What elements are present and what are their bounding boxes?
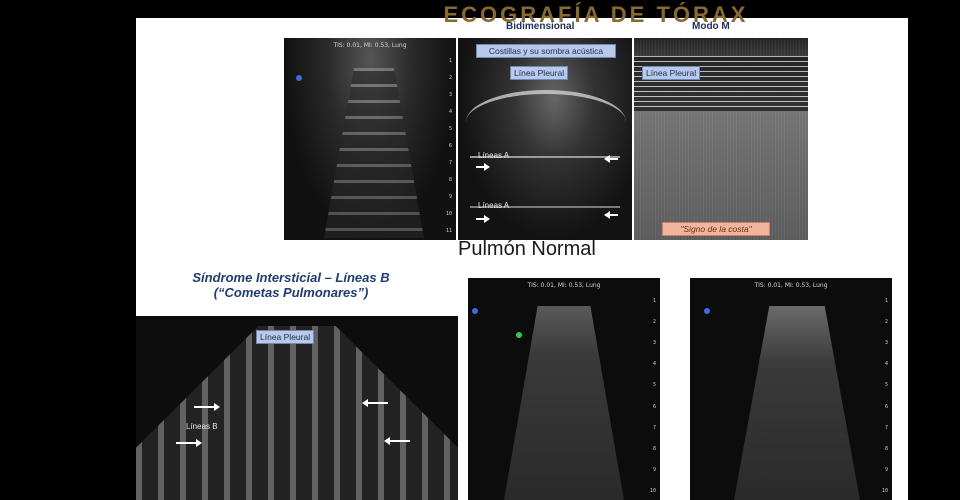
- arrow-left-icon: [362, 399, 388, 407]
- arrow-right-icon: [194, 403, 220, 411]
- m-mode-lines: [634, 56, 808, 111]
- arrow-right-icon: [476, 163, 490, 171]
- us-panel-normal-3: TIS: 0.01, MI: 0.53, Lung 123 456 789 10: [690, 278, 892, 500]
- caption-pulmon-normal: Pulmón Normal: [458, 238, 596, 260]
- sindrome-title: Síndrome Intersticial – Líneas B (“Comet…: [156, 270, 426, 300]
- signo-costa-label: "Signo de la costa": [662, 222, 770, 236]
- us-panel-normal-2: TIS: 0.01, MI: 0.53, Lung 123 456 789 10: [468, 278, 660, 500]
- lineas-a-label-1: Líneas A: [478, 151, 510, 160]
- green-marker-icon: [516, 332, 522, 338]
- depth-scale: 123 456 789 10 11: [445, 58, 452, 234]
- arrow-right-icon: [476, 215, 490, 223]
- lung-fan: [734, 306, 860, 500]
- lineas-b-label: Líneas B: [186, 422, 218, 431]
- linea-pleural-mmode-label: Línea Pleural: [642, 66, 701, 80]
- scan-header: TIS: 0.01, MI: 0.53, Lung: [754, 282, 828, 289]
- depth-scale: 123 456 789 10: [649, 298, 656, 494]
- slide-top-title: ECOGRAFÍA DE TÓRAX: [443, 2, 749, 24]
- costillas-label: Costillas y su sombra acústica: [476, 44, 616, 58]
- lung-fan: [324, 68, 424, 238]
- bidimensional-header: Bidimensional: [506, 21, 575, 32]
- depth-scale: 123 456 789 10: [881, 298, 888, 494]
- b-lines-fan: [136, 326, 458, 500]
- arrow-left-icon: [384, 437, 410, 445]
- arrow-left-icon: [604, 155, 618, 163]
- probe-marker-icon: [704, 308, 710, 314]
- pleura-arc: [466, 90, 626, 154]
- us-panel-lineas-b: Línea Pleural Líneas B: [136, 316, 458, 500]
- lineas-a-label-2: Líneas A: [478, 201, 510, 210]
- arrow-left-icon: [604, 211, 618, 219]
- lung-fan: [504, 306, 624, 500]
- sindrome-title-line2: (“Cometas Pulmonares”): [213, 285, 369, 300]
- us-panel-bidimensional: Costillas y su sombra acústica Línea Ple…: [458, 38, 632, 240]
- probe-marker-icon: [296, 75, 302, 81]
- arrow-right-icon: [176, 439, 202, 447]
- linea-pleural-label: Línea Pleural: [510, 66, 569, 80]
- us-panel-normal-1: TIS: 0.01, MI: 0.53, Lung 123 456 789 10…: [284, 38, 456, 240]
- modo-m-header: Modo M: [692, 21, 730, 32]
- scan-header: TIS: 0.01, MI: 0.53, Lung: [333, 42, 407, 49]
- slide-canvas: ECOGRAFÍA DE TÓRAX TIS: 0.01, MI: 0.53, …: [136, 2, 908, 500]
- sindrome-title-line1: Síndrome Intersticial – Líneas B: [192, 270, 390, 285]
- us-panel-modo-m: Línea Pleural "Signo de la costa": [634, 38, 808, 240]
- scan-header: TIS: 0.01, MI: 0.53, Lung: [527, 282, 601, 289]
- probe-marker-icon: [472, 308, 478, 314]
- linea-pleural-b-label: Línea Pleural: [256, 330, 315, 344]
